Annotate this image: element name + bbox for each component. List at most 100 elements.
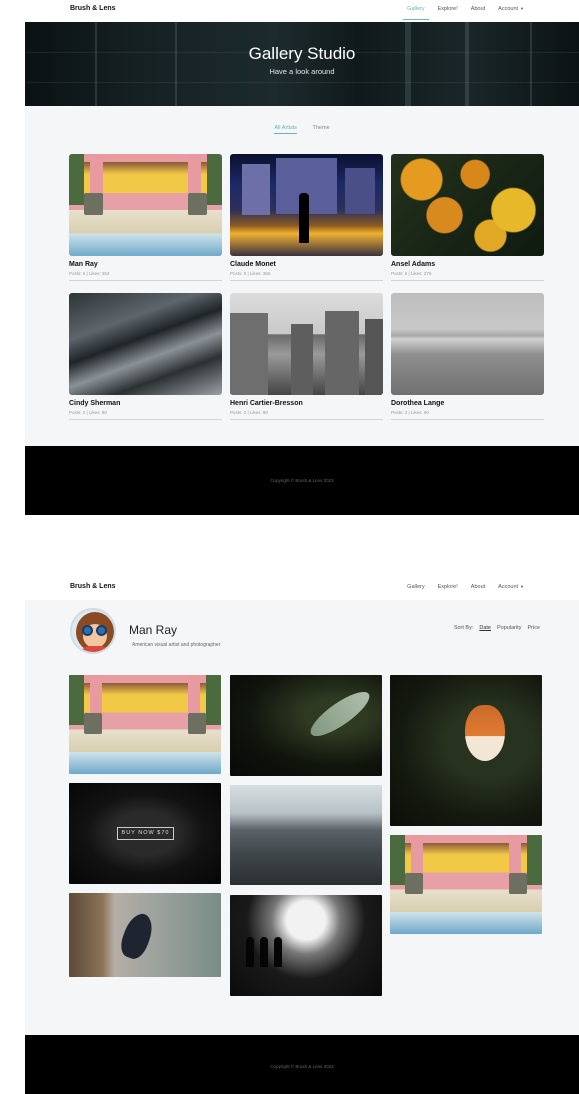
card-divider [230,419,383,420]
nav-account-label: Account [498,6,519,12]
brand-logo[interactable]: Brush & Lens [70,583,116,590]
nav-about-link[interactable]: About [471,584,485,590]
artist-card[interactable]: Dorothea Lange Posts: 2 | Likes: 90 [391,293,544,420]
hero-banner: Gallery Studio Have a look around [25,22,579,106]
image-detail [465,705,505,761]
image-detail [274,937,282,967]
artist-card[interactable]: Claude Monet Posts: 8 | Likes: 365 [230,154,383,281]
caret-down-icon: ▼ [520,6,524,11]
artist-image[interactable] [391,154,544,256]
artwork-tile[interactable]: BUY NOW $70 [69,783,221,884]
card-divider [230,280,383,281]
nav-gallery-link[interactable]: Gallery [407,584,424,590]
artist-card[interactable]: Henri Cartier-Bresson Posts: 2 | Likes: … [230,293,383,420]
artist-stats: Posts: 2 | Likes: 90 [69,410,107,415]
image-detail [260,937,268,967]
artist-name[interactable]: Man Ray [69,261,222,268]
sort-date[interactable]: Date [479,625,491,631]
image-detail [242,164,270,216]
artwork-tile[interactable] [69,675,221,774]
artist-name[interactable]: Claude Monet [230,261,383,268]
card-divider [391,419,544,420]
image-detail [84,712,103,735]
nav-gallery-link[interactable]: Gallery [403,6,430,20]
image-detail [344,168,376,215]
artist-stats: Posts: 6 | Likes: 352 [69,271,110,276]
sort-price[interactable]: Price [527,625,540,631]
tab-theme[interactable]: Theme [313,125,330,131]
image-detail [305,684,375,744]
image-detail [116,909,158,963]
image-detail [69,675,85,725]
artist-avatar [70,608,116,654]
top-nav: Brush & Lens Gallery Explore! About Acco… [25,0,579,22]
artwork-tile[interactable] [230,895,382,996]
artist-image[interactable] [69,293,222,395]
buy-now-button[interactable]: BUY NOW $70 [117,827,174,840]
image-detail [390,835,406,885]
top-nav: Brush & Lens Gallery Explore! About Acco… [25,578,579,600]
tab-all-artists[interactable]: All Artists [274,125,297,131]
image-detail [187,712,206,735]
sort-label: Sort By: [453,625,474,631]
image-detail [298,192,309,243]
hero-decor [465,22,469,106]
artist-image[interactable] [69,154,222,256]
nav-explore-link[interactable]: Explore! [438,584,458,590]
hero-decor [530,22,532,106]
artist-image[interactable] [230,154,383,256]
artwork-tile[interactable] [230,675,382,776]
image-detail [206,154,222,205]
image-detail [324,311,359,395]
artwork-tile[interactable] [69,893,221,977]
nav-account-menu[interactable]: Account ▼ [498,6,524,12]
hero-title: Gallery Studio [248,44,356,63]
image-detail [188,192,207,216]
artist-card[interactable]: Man Ray Posts: 6 | Likes: 352 [69,154,222,281]
brand-logo[interactable]: Brush & Lens [70,5,116,12]
sort-controls: Sort By: Date Popularity Price [454,625,540,631]
footer-copyright: Copyright © Brush & Lens 2023 [270,478,334,483]
avatar-detail [80,646,110,652]
image-detail [84,192,103,216]
nav-about-link[interactable]: About [471,6,485,12]
artwork-tile[interactable] [230,785,382,885]
artists-section: All Artists Theme Man Ray Posts: 6 | Lik… [25,106,579,446]
hero-decor [95,22,97,106]
artist-stats: Posts: 8 | Likes: 365 [230,271,271,276]
artist-stats: Posts: 6 | Likes: 275 [391,271,432,276]
card-divider [69,280,222,281]
nav-account-label: Account [498,584,519,590]
artist-name[interactable]: Henri Cartier-Bresson [230,400,383,407]
image-detail [230,313,269,395]
profile-name: Man Ray [129,623,178,637]
image-detail [205,675,221,725]
caret-down-icon: ▼ [520,584,524,589]
image-detail [508,872,527,895]
avatar-detail [96,625,107,636]
artwork-tile[interactable] [390,675,542,826]
artist-image[interactable] [391,293,544,395]
artist-name[interactable]: Cindy Sherman [69,400,222,407]
hero-subtitle: Have a look around [269,67,335,76]
artist-image[interactable] [230,293,383,395]
artist-card[interactable]: Cindy Sherman Posts: 2 | Likes: 90 [69,293,222,420]
footer: Copyright © Brush & Lens 2023 [25,1035,579,1094]
nav-account-menu[interactable]: Account ▼ [498,584,524,590]
artist-name[interactable]: Dorothea Lange [391,400,544,407]
artist-stats: Posts: 2 | Likes: 90 [230,410,268,415]
image-detail [405,872,424,895]
artist-name[interactable]: Ansel Adams [391,261,544,268]
hero-decor [175,22,177,106]
nav-explore-link[interactable]: Explore! [438,6,458,12]
image-detail [69,154,85,205]
image-detail [246,937,254,967]
sort-popularity[interactable]: Popularity [497,625,521,631]
image-detail [526,835,542,885]
filter-tabs: All Artists Theme [25,125,579,131]
artist-card[interactable]: Ansel Adams Posts: 6 | Likes: 275 [391,154,544,281]
artwork-tile[interactable] [390,835,542,934]
image-detail [364,318,383,395]
footer-copyright: Copyright © Brush & Lens 2023 [270,1064,334,1069]
hero-decor [25,82,579,83]
